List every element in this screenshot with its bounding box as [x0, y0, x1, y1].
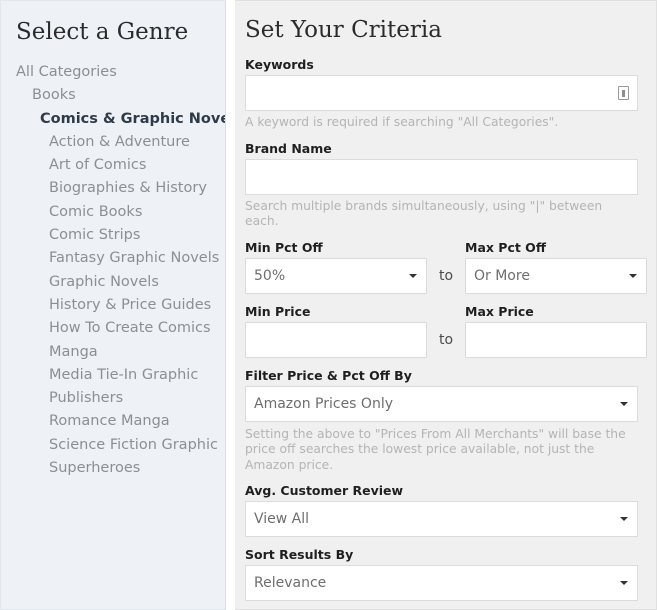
- filter-by-hint: Setting the above to "Prices From All Me…: [245, 426, 626, 472]
- pct-off-labels-row: Min Pct Off Max Pct Off: [245, 230, 638, 258]
- page-title: Set Your Criteria: [245, 17, 442, 43]
- keywords-hint: A keyword is required if searching "All …: [245, 115, 559, 129]
- max-pct-off-label: Max Pct Off: [465, 239, 546, 255]
- avg-review-value[interactable]: View All: [245, 501, 638, 537]
- keywords-input-wrap: [245, 75, 638, 111]
- genre-item[interactable]: Fantasy Graphic Novels: [1, 247, 225, 270]
- genre-item[interactable]: Graphic Novels: [1, 271, 225, 294]
- clipboard-icon[interactable]: [618, 86, 629, 100]
- price-row: to: [245, 321, 647, 358]
- keywords-input[interactable]: [245, 75, 638, 111]
- genre-item[interactable]: Comic Strips: [1, 224, 225, 247]
- genre-item[interactable]: All Categories: [1, 61, 225, 84]
- genre-list: All Categories Books Comics & Graphic Nove…: [1, 61, 225, 480]
- min-price-input[interactable]: [245, 321, 427, 358]
- genre-item[interactable]: Science Fiction Graphic: [1, 434, 225, 457]
- genre-item[interactable]: Romance Manga: [1, 410, 225, 433]
- max-price-wrap: [465, 321, 647, 358]
- min-price-label: Min Price: [245, 303, 311, 319]
- sort-by-select[interactable]: Relevance: [245, 565, 638, 601]
- price-connector: to: [438, 331, 454, 348]
- sort-by-value[interactable]: Relevance: [245, 565, 638, 601]
- brand-name-label: Brand Name: [245, 140, 332, 156]
- max-price-input[interactable]: [465, 321, 647, 358]
- min-pct-off-value[interactable]: 50%: [245, 257, 427, 294]
- filter-by-label: Filter Price & Pct Off By: [245, 367, 412, 383]
- pct-off-connector: to: [438, 267, 454, 284]
- min-pct-off-label: Min Pct Off: [245, 239, 323, 255]
- genre-item[interactable]: Action & Adventure: [1, 131, 225, 154]
- labels-spacer: [427, 294, 465, 322]
- criteria-panel: Set Your Criteria Keywords A keyword is …: [235, 0, 657, 610]
- genre-item[interactable]: Media Tie-In Graphic: [1, 364, 225, 387]
- genre-item[interactable]: How To Create Comics: [1, 317, 225, 340]
- genre-item[interactable]: Superheroes: [1, 457, 225, 480]
- genre-item[interactable]: Books: [1, 84, 225, 107]
- min-price-wrap: [245, 321, 427, 358]
- price-labels-row: Min Price Max Price: [245, 294, 638, 322]
- max-pct-off-select[interactable]: Or More: [465, 257, 647, 294]
- filter-by-value[interactable]: Amazon Prices Only: [245, 385, 638, 422]
- genre-item[interactable]: Biographies & History: [1, 177, 225, 200]
- genre-item[interactable]: Comic Books: [1, 201, 225, 224]
- genre-item[interactable]: Publishers: [1, 387, 225, 410]
- genre-sidebar: Select a Genre All Categories Books Comics…: [0, 0, 226, 610]
- max-pct-off-value[interactable]: Or More: [465, 257, 647, 294]
- genre-search-form: Select a Genre All Categories Books Comics…: [0, 0, 657, 610]
- avg-review-select[interactable]: View All: [245, 501, 638, 537]
- genre-item[interactable]: Art of Comics: [1, 154, 225, 177]
- sort-by-label: Sort Results By: [245, 547, 354, 562]
- filter-by-select[interactable]: Amazon Prices Only: [245, 385, 638, 422]
- brand-name-hint: Search multiple brands simultaneously, u…: [245, 198, 603, 229]
- sidebar-title: Select a Genre: [16, 19, 189, 45]
- genre-item[interactable]: Manga: [1, 341, 225, 364]
- keywords-label: Keywords: [245, 57, 314, 72]
- max-price-label: Max Price: [465, 303, 534, 319]
- genre-item[interactable]: History & Price Guides: [1, 294, 225, 317]
- labels-spacer: [427, 230, 465, 258]
- avg-review-label: Avg. Customer Review: [245, 483, 404, 498]
- min-pct-off-select[interactable]: 50%: [245, 257, 427, 294]
- genre-item[interactable]: Comics & Graphic Novels: [1, 108, 225, 131]
- pct-off-row: 50% to Or More: [245, 257, 647, 294]
- brand-name-input[interactable]: [245, 158, 638, 195]
- brand-name-input-wrap: [245, 158, 638, 195]
